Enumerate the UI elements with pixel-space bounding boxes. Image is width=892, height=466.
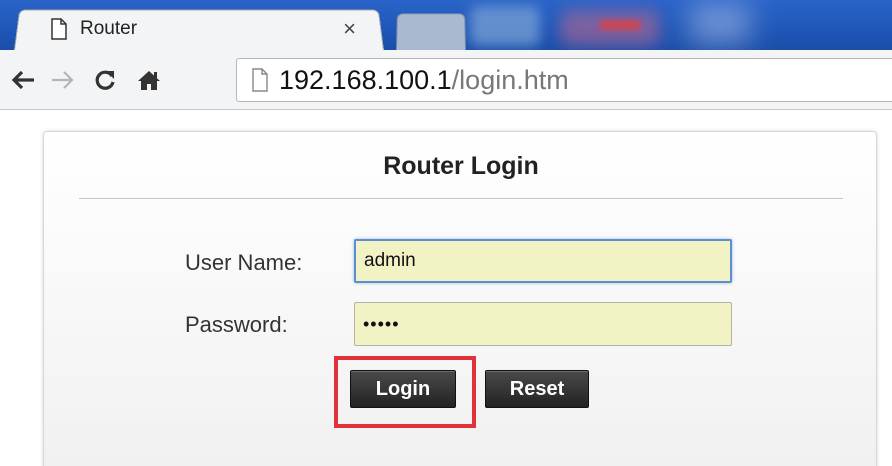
- url-path: /login.htm: [451, 64, 569, 95]
- forward-button[interactable]: [46, 63, 80, 97]
- password-label: Password:: [185, 312, 288, 337]
- tab-title: Router: [80, 18, 138, 39]
- username-label: User Name:: [185, 250, 303, 275]
- password-field[interactable]: [354, 302, 732, 346]
- back-button[interactable]: [6, 63, 40, 97]
- highlight-annotation: [334, 356, 476, 428]
- active-tab[interactable]: Router ×: [30, 8, 380, 50]
- address-bar[interactable]: 192.168.100.1 /login.htm: [236, 58, 892, 102]
- forward-arrow-icon: [52, 71, 74, 89]
- close-icon[interactable]: ×: [343, 18, 356, 40]
- reset-button[interactable]: Reset: [485, 370, 589, 408]
- page-icon: [252, 68, 268, 92]
- blurred-tab-content: [690, 4, 750, 44]
- page-icon: [51, 18, 67, 40]
- blurred-tab-content: [470, 6, 540, 46]
- blurred-tab-content: [600, 20, 640, 30]
- browser-toolbar: 192.168.100.1 /login.htm: [0, 50, 892, 110]
- page-title: Router Login: [383, 152, 539, 180]
- url-host: 192.168.100.1: [279, 64, 452, 95]
- divider: [79, 198, 843, 199]
- back-arrow-icon: [11, 70, 34, 90]
- home-button[interactable]: [132, 63, 166, 97]
- username-field[interactable]: [354, 239, 732, 283]
- reload-icon: [95, 70, 115, 90]
- reload-button[interactable]: [88, 63, 122, 97]
- home-icon: [138, 71, 160, 90]
- tab-strip: Router ×: [0, 0, 892, 50]
- inactive-tab[interactable]: [396, 13, 466, 50]
